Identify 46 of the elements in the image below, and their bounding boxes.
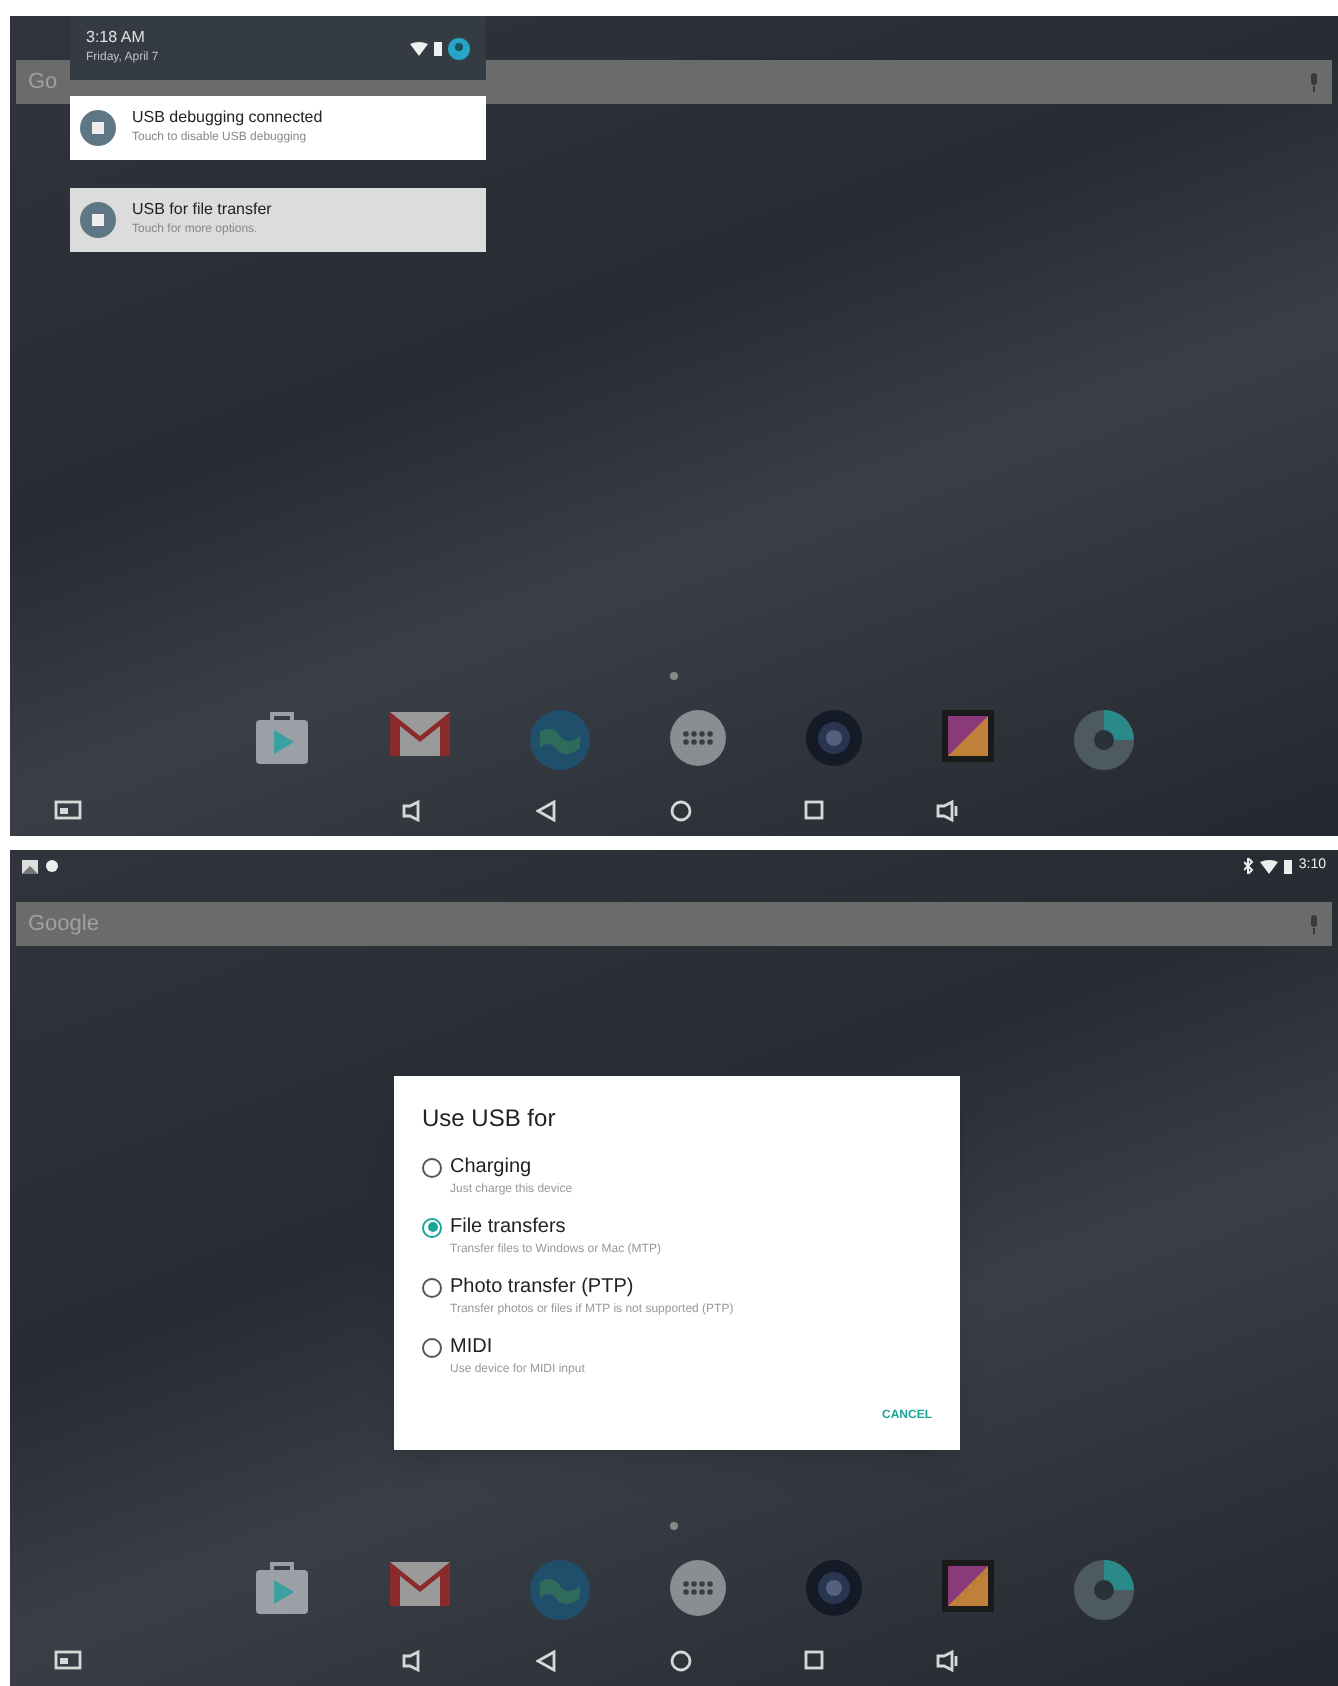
shopping-bag-icon[interactable] [252, 1558, 312, 1618]
notification-title: USB for file transfer [132, 200, 272, 220]
radio-button[interactable] [422, 1277, 442, 1297]
recents-icon[interactable] [804, 1650, 824, 1670]
user-avatar-icon[interactable] [448, 37, 470, 59]
clock-text: 3:18 AM [86, 28, 147, 48]
back-icon[interactable] [536, 799, 556, 821]
battery-icon [1284, 859, 1293, 873]
screenshot-icon[interactable] [54, 800, 82, 820]
envelope-icon[interactable] [388, 1558, 452, 1610]
radio-button[interactable] [422, 1157, 442, 1177]
shopping-bag-icon[interactable] [252, 708, 312, 768]
usb-status-icon [80, 202, 116, 238]
dot-icon [46, 860, 58, 872]
bluetooth-icon [1244, 858, 1255, 874]
volume-down-icon[interactable] [402, 1649, 420, 1671]
image-icon [22, 859, 38, 873]
option-label[interactable]: Photo transfer (PTP) [450, 1272, 634, 1302]
home-icon[interactable] [670, 1649, 692, 1671]
option-label[interactable]: File transfers [450, 1212, 566, 1242]
camera-lens-icon[interactable] [804, 708, 864, 768]
recents-icon[interactable] [804, 800, 824, 820]
camera-lens-icon[interactable] [804, 1558, 864, 1618]
envelope-icon[interactable] [388, 708, 452, 760]
wifi-icon [1260, 859, 1279, 873]
battery-icon [434, 41, 442, 55]
radio-button[interactable] [422, 1337, 442, 1357]
gallery-icon[interactable] [940, 708, 996, 764]
usb-status-icon [80, 110, 116, 146]
circular-logo-icon[interactable] [1072, 708, 1136, 772]
radio-button[interactable] [422, 1217, 442, 1237]
wifi-icon [410, 41, 428, 55]
volume-down-icon[interactable] [402, 799, 420, 821]
back-icon[interactable] [536, 1649, 556, 1671]
option-label[interactable]: MIDI [450, 1332, 493, 1362]
volume-up-icon[interactable] [936, 799, 960, 821]
app-drawer-icon[interactable] [668, 708, 728, 768]
notification-title: USB debugging connected [132, 108, 323, 128]
gallery-icon[interactable] [940, 1558, 996, 1614]
volume-up-icon[interactable] [936, 1649, 960, 1671]
home-icon[interactable] [670, 799, 692, 821]
circular-logo-icon[interactable] [1072, 1558, 1136, 1622]
app-drawer-icon[interactable] [668, 1558, 728, 1618]
dialog-title: Use USB for [422, 1102, 558, 1136]
screenshot-icon[interactable] [54, 1650, 82, 1670]
option-label[interactable]: Charging [450, 1152, 532, 1182]
